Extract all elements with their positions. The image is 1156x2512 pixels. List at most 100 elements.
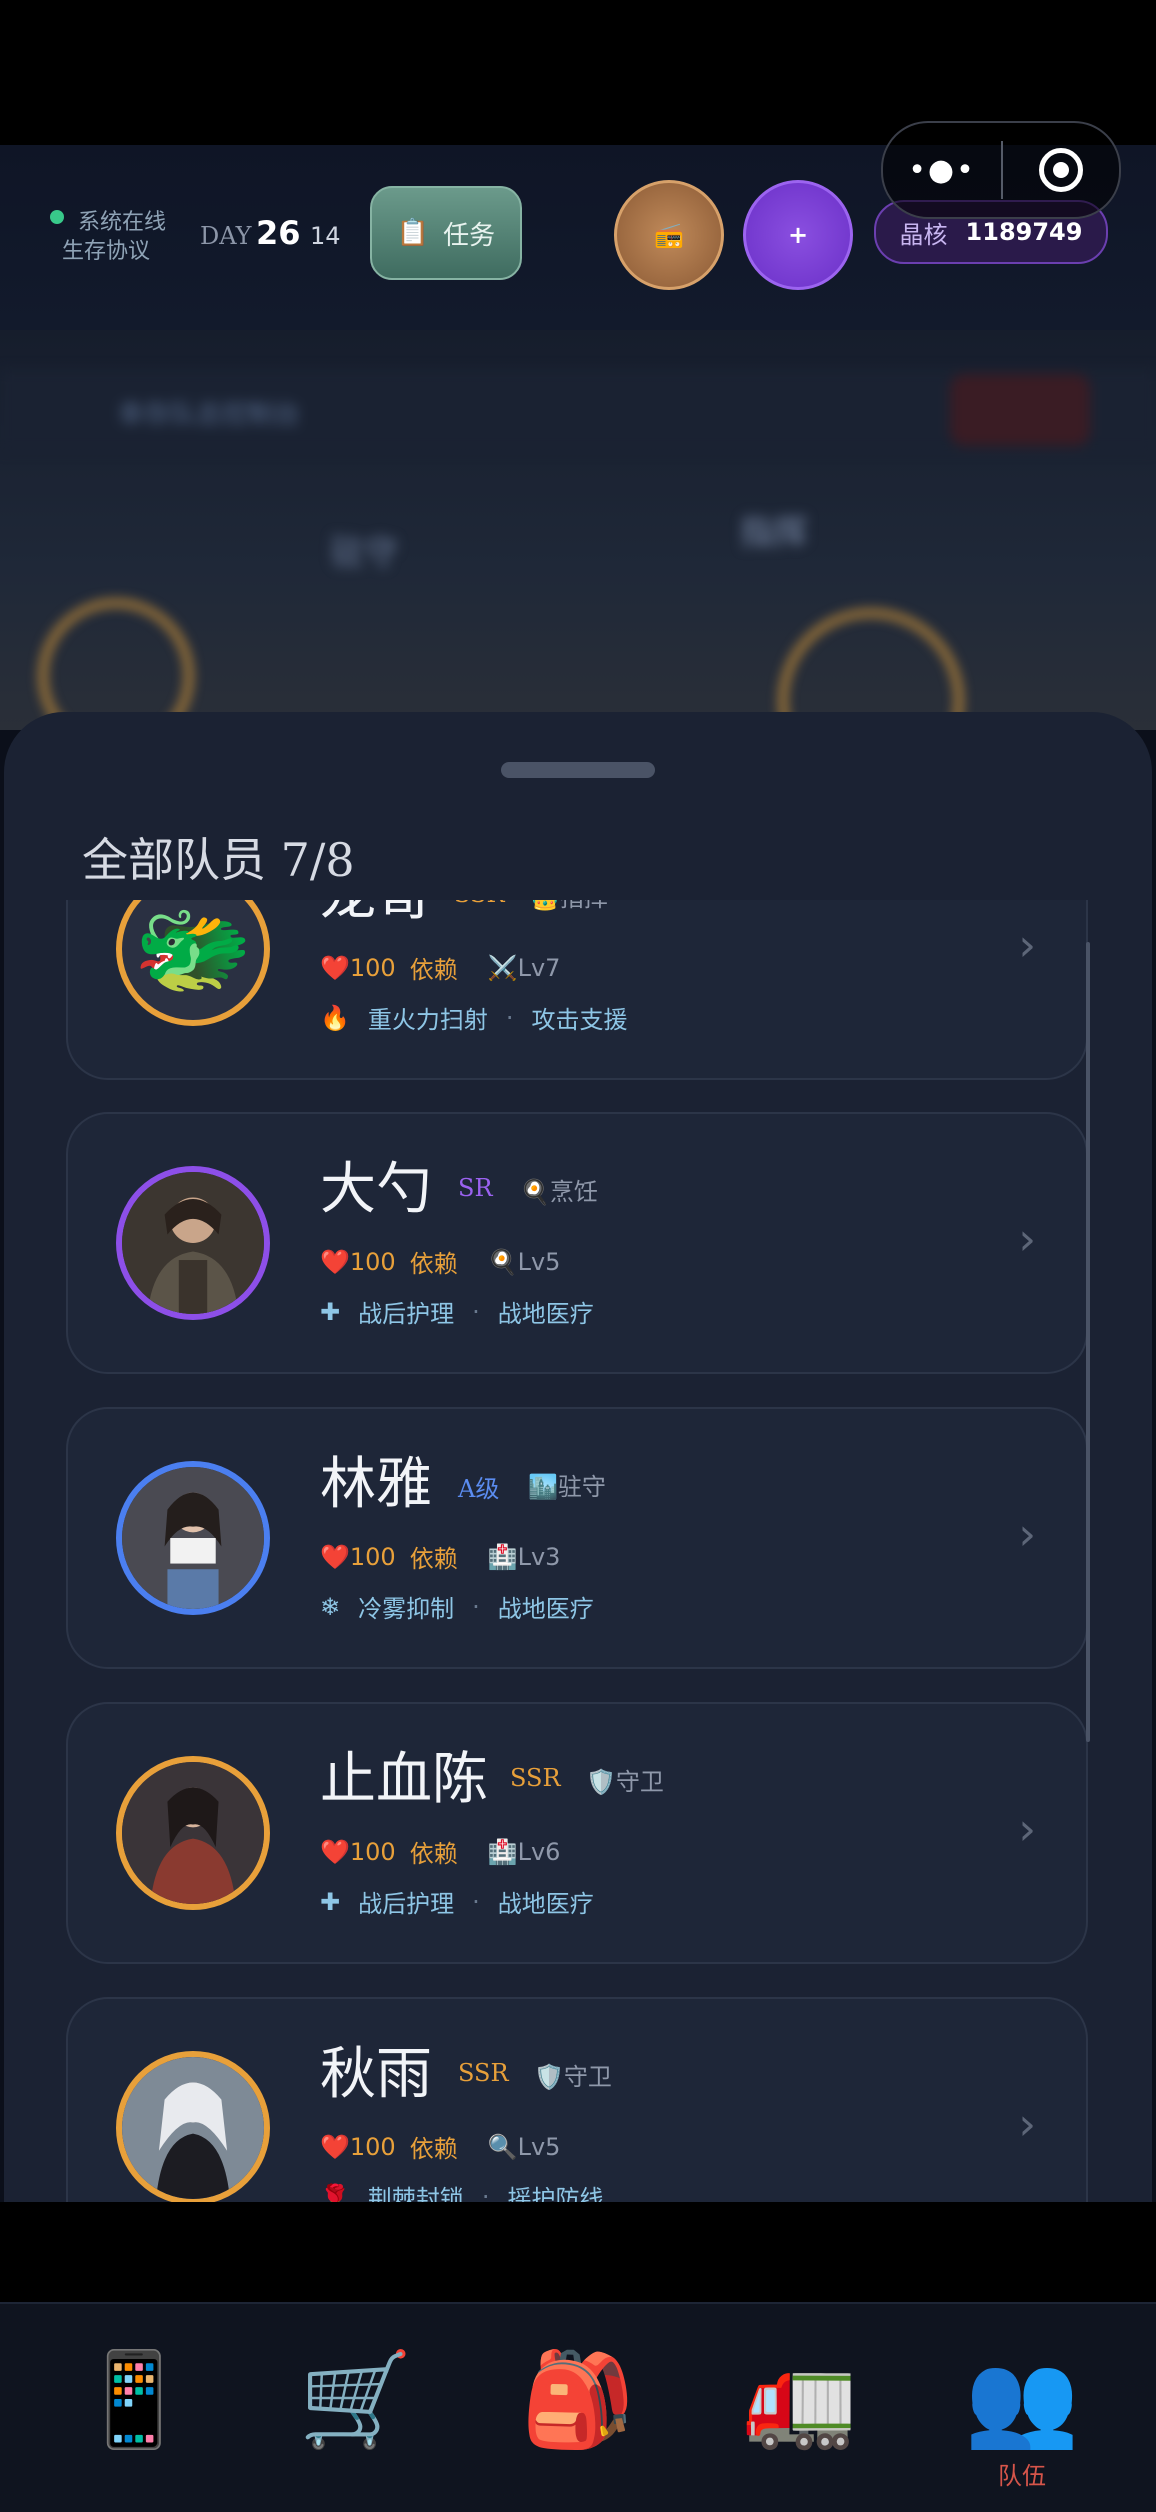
rarity-badge: SSR (458, 2059, 509, 2087)
fire-icon: 🔥 (320, 1003, 350, 1032)
list-scrollbar[interactable] (1086, 942, 1090, 1742)
truck-icon: 🚛 (742, 2346, 858, 2453)
skill-name: 战地医疗 (497, 1890, 594, 1918)
chevron-right-icon: › (1018, 2099, 1036, 2150)
skill-name: 荆棘封锁 (367, 2185, 464, 2202)
dependency-label: 依赖 (409, 2135, 458, 2163)
skill-list: ❄ 冷雾抑制 · 战地医疗 (320, 1589, 594, 1624)
cross-icon: ✚ (320, 1297, 341, 1326)
snowflake-icon: ❄ (320, 1592, 341, 1621)
skill-name: 战地医疗 (497, 1595, 594, 1623)
member-card[interactable]: 🐲 龙哥 SSR 👑指挥 ❤️100 依赖 ⚔️Lv7 🔥 重火力扫射 · 攻击… (66, 900, 1088, 1080)
phone-icon: 📱 (76, 2346, 192, 2453)
health-value: ❤️100 (320, 953, 396, 982)
scene-alert-box (950, 374, 1090, 446)
team-icon: 👥 (964, 2346, 1080, 2453)
avatar (116, 2051, 270, 2202)
member-list[interactable]: 🐲 龙哥 SSR 👑指挥 ❤️100 依赖 ⚔️Lv7 🔥 重火力扫射 · 攻击… (4, 900, 1152, 2202)
tab-shop[interactable]: 🛒 (286, 2350, 426, 2450)
scene-control-text: 幸存队总控制台 (118, 400, 301, 430)
more-options-button[interactable]: •●• (883, 153, 1001, 188)
separator: · (505, 1003, 514, 1032)
level-value: 🔍Lv5 (487, 2132, 561, 2161)
crystal-value: 1189749 (965, 218, 1083, 246)
health-value: ❤️100 (320, 1837, 396, 1866)
background-scene: 幸存队总控制台 驻守 指挥 (0, 330, 1156, 730)
scene-station-text: 驻守 (330, 533, 398, 573)
team-member-sheet: 全部队员 7/8 🐲 龙哥 SSR 👑指挥 ❤️100 依赖 ⚔️Lv7 🔥 重… (4, 712, 1152, 2202)
radio-button[interactable]: 📻 (614, 180, 724, 290)
scene-avatar-ring (40, 600, 192, 730)
member-stats: ❤️100 依赖 ⚔️Lv7 (320, 950, 560, 985)
skill-name: 战地医疗 (497, 1300, 594, 1328)
skill-name: 摇护防线 (507, 2185, 604, 2202)
chevron-right-icon: › (1018, 1214, 1036, 1265)
role-tag: 🏙️驻守 (528, 1473, 606, 1501)
skill-name: 战后护理 (358, 1300, 455, 1328)
level-value: 🍳Lv5 (487, 1247, 561, 1276)
rose-icon: 🌹 (320, 2182, 350, 2203)
tab-backpack[interactable]: 🎒 (508, 2350, 648, 2450)
avatar (116, 1461, 270, 1615)
target-icon (1039, 148, 1083, 192)
member-card[interactable]: 大勺 SR 🍳烹饪 ❤️100 依赖 🍳Lv5 ✚ 战后护理 · 战地医疗 › (66, 1112, 1088, 1374)
tab-team[interactable]: 👥 队伍 (952, 2350, 1092, 2491)
backpack-icon: 🎒 (520, 2346, 636, 2453)
skill-name: 冷雾抑制 (358, 1595, 455, 1623)
skill-name: 攻击支援 (531, 1006, 628, 1034)
skill-list: ✚ 战后护理 · 战地医疗 (320, 1294, 594, 1329)
member-card[interactable]: 秋雨 SSR 🛡️守卫 ❤️100 依赖 🔍Lv5 🌹 荆棘封锁 · 摇护防线 … (66, 1997, 1088, 2202)
day-number: 26 (256, 214, 301, 252)
add-button-label: + (787, 221, 809, 249)
role-tag: 🛡️守卫 (534, 2063, 612, 2091)
close-miniprogram-button[interactable] (1003, 148, 1119, 192)
tab-phone[interactable]: 📱 (64, 2350, 204, 2450)
member-stats: ❤️100 依赖 🔍Lv5 (320, 2129, 560, 2164)
dependency-label: 依赖 (409, 956, 458, 984)
chevron-right-icon: › (1018, 1509, 1036, 1560)
separator: · (481, 2182, 490, 2203)
member-stats: ❤️100 依赖 🏥Lv6 (320, 1834, 560, 1869)
tab-truck[interactable]: 🚛 (730, 2350, 870, 2450)
separator: · (472, 1887, 480, 1916)
member-name: 止血陈 (320, 1747, 488, 1812)
linya-portrait-icon (122, 1467, 264, 1609)
health-value: ❤️100 (320, 2132, 396, 2161)
member-card[interactable]: 林雅 A级 🏙️驻守 ❤️100 依赖 🏥Lv3 ❄ 冷雾抑制 · 战地医疗 › (66, 1407, 1088, 1669)
chevron-right-icon: › (1018, 1804, 1036, 1855)
member-name: 林雅 (320, 1452, 432, 1517)
tab-team-label: 队伍 (998, 2462, 1046, 2490)
dragon-avatar-icon: 🐲 (133, 900, 253, 1005)
sheet-grabber[interactable] (501, 762, 655, 778)
dependency-label: 依赖 (409, 1545, 458, 1573)
dependency-label: 依赖 (409, 1250, 458, 1278)
member-stats: ❤️100 依赖 🍳Lv5 (320, 1244, 560, 1279)
member-name: 大勺 (320, 1157, 432, 1222)
sheet-title: 全部队员 7/8 (82, 833, 355, 887)
rarity-badge: SSR (510, 1764, 561, 1792)
skill-name: 重火力扫射 (367, 1006, 488, 1034)
role-tag: 👑指挥 (530, 900, 608, 913)
level-value: 🏥Lv6 (487, 1837, 561, 1866)
bottom-black-band (0, 2202, 1156, 2302)
rarity-badge: SSR (454, 900, 505, 908)
health-value: ❤️100 (320, 1542, 396, 1571)
clipboard-icon: 📋 (396, 218, 430, 248)
status-protocol-text: 生存协议 (62, 239, 151, 264)
cross-icon: ✚ (320, 1887, 341, 1916)
member-name: 龙哥 (320, 900, 432, 931)
bottom-tab-bar: 📱 🛒 🎒 🚛 👥 队伍 (0, 2302, 1156, 2512)
role-tag: 🛡️守卫 (586, 1768, 664, 1796)
mini-program-capsule: •●• (881, 121, 1121, 219)
radio-icon: 📻 (654, 221, 684, 249)
day-label: DAY (200, 222, 252, 250)
level-value: ⚔️Lv7 (487, 953, 561, 982)
cart-icon: 🛒 (298, 2346, 414, 2453)
skill-list: ✚ 战后护理 · 战地医疗 (320, 1884, 594, 1919)
task-button[interactable]: 📋 任务 (370, 186, 522, 280)
member-card[interactable]: 止血陈 SSR 🛡️守卫 ❤️100 依赖 🏥Lv6 ✚ 战后护理 · 战地医疗… (66, 1702, 1088, 1964)
rarity-badge: A级 (458, 1475, 500, 1503)
add-button[interactable]: + (743, 180, 853, 290)
avatar (116, 1166, 270, 1320)
separator: · (472, 1592, 480, 1621)
